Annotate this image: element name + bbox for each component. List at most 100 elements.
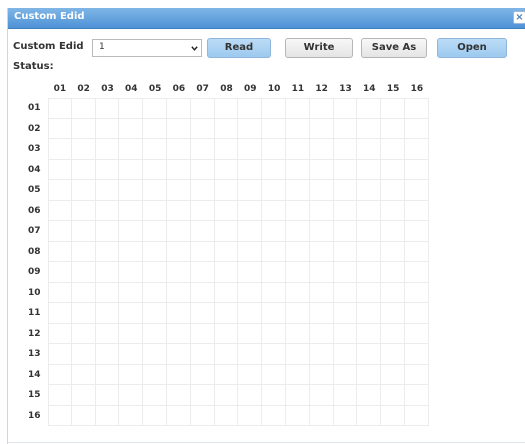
edid-byte-cell[interactable]	[357, 159, 382, 180]
edid-byte-cell[interactable]	[333, 385, 358, 406]
edid-byte-cell[interactable]	[262, 344, 286, 365]
edid-byte-cell[interactable]	[357, 98, 382, 119]
edid-byte-cell[interactable]	[167, 241, 191, 262]
edid-byte-cell[interactable]	[95, 405, 120, 426]
edid-byte-cell[interactable]	[333, 221, 358, 242]
edid-byte-cell[interactable]	[48, 364, 72, 385]
edid-byte-cell[interactable]	[333, 282, 358, 303]
edid-byte-cell[interactable]	[309, 364, 334, 385]
edid-byte-cell[interactable]	[190, 344, 215, 365]
edid-byte-cell[interactable]	[167, 323, 191, 344]
edid-byte-cell[interactable]	[381, 344, 405, 365]
edid-byte-cell[interactable]	[262, 262, 286, 283]
edid-byte-cell[interactable]	[167, 282, 191, 303]
edid-byte-cell[interactable]	[405, 98, 429, 119]
edid-byte-cell[interactable]	[48, 344, 72, 365]
edid-byte-cell[interactable]	[71, 344, 96, 365]
edid-byte-cell[interactable]	[167, 221, 191, 242]
edid-byte-cell[interactable]	[214, 405, 239, 426]
edid-byte-cell[interactable]	[381, 323, 405, 344]
edid-byte-cell[interactable]	[143, 303, 167, 324]
edid-byte-cell[interactable]	[286, 262, 310, 283]
edid-byte-cell[interactable]	[333, 303, 358, 324]
edid-byte-cell[interactable]	[214, 262, 239, 283]
edid-byte-cell[interactable]	[119, 262, 144, 283]
edid-byte-cell[interactable]	[143, 139, 167, 160]
edid-byte-cell[interactable]	[95, 221, 120, 242]
edid-byte-cell[interactable]	[214, 282, 239, 303]
edid-byte-cell[interactable]	[48, 241, 72, 262]
edid-byte-cell[interactable]	[48, 159, 72, 180]
edid-byte-cell[interactable]	[190, 139, 215, 160]
edid-byte-cell[interactable]	[262, 303, 286, 324]
edid-byte-cell[interactable]	[71, 180, 96, 201]
edid-byte-cell[interactable]	[357, 282, 382, 303]
edid-byte-cell[interactable]	[167, 385, 191, 406]
edid-byte-cell[interactable]	[405, 323, 429, 344]
edid-byte-cell[interactable]	[262, 221, 286, 242]
edid-byte-cell[interactable]	[357, 385, 382, 406]
edid-byte-cell[interactable]	[381, 282, 405, 303]
edid-byte-cell[interactable]	[262, 139, 286, 160]
edid-byte-cell[interactable]	[238, 180, 263, 201]
edid-byte-cell[interactable]	[333, 159, 358, 180]
edid-byte-cell[interactable]	[381, 303, 405, 324]
edid-byte-cell[interactable]	[214, 159, 239, 180]
edid-byte-cell[interactable]	[95, 262, 120, 283]
edid-byte-cell[interactable]	[262, 241, 286, 262]
edid-byte-cell[interactable]	[71, 118, 96, 139]
edid-byte-cell[interactable]	[286, 118, 310, 139]
edid-byte-cell[interactable]	[405, 139, 429, 160]
edid-byte-cell[interactable]	[119, 139, 144, 160]
edid-byte-cell[interactable]	[405, 364, 429, 385]
edid-byte-cell[interactable]	[167, 262, 191, 283]
edid-byte-cell[interactable]	[95, 118, 120, 139]
edid-byte-cell[interactable]	[95, 364, 120, 385]
edid-byte-cell[interactable]	[143, 118, 167, 139]
edid-byte-cell[interactable]	[286, 282, 310, 303]
edid-byte-cell[interactable]	[143, 98, 167, 119]
edid-byte-cell[interactable]	[357, 303, 382, 324]
edid-byte-cell[interactable]	[214, 385, 239, 406]
edid-byte-cell[interactable]	[71, 364, 96, 385]
edid-byte-cell[interactable]	[309, 159, 334, 180]
edid-byte-cell[interactable]	[214, 118, 239, 139]
edid-byte-cell[interactable]	[214, 221, 239, 242]
edid-byte-cell[interactable]	[309, 344, 334, 365]
edid-byte-cell[interactable]	[48, 200, 72, 221]
edid-byte-cell[interactable]	[48, 282, 72, 303]
edid-byte-cell[interactable]	[190, 303, 215, 324]
edid-byte-cell[interactable]	[190, 200, 215, 221]
edid-byte-cell[interactable]	[95, 200, 120, 221]
edid-byte-cell[interactable]	[71, 139, 96, 160]
edid-byte-cell[interactable]	[357, 221, 382, 242]
edid-byte-cell[interactable]	[381, 405, 405, 426]
edid-byte-cell[interactable]	[71, 221, 96, 242]
edid-byte-cell[interactable]	[48, 118, 72, 139]
edid-byte-cell[interactable]	[333, 405, 358, 426]
edid-byte-cell[interactable]	[95, 98, 120, 119]
edid-byte-cell[interactable]	[238, 405, 263, 426]
edid-byte-cell[interactable]	[262, 98, 286, 119]
edid-byte-cell[interactable]	[71, 323, 96, 344]
edid-byte-cell[interactable]	[357, 262, 382, 283]
edid-byte-cell[interactable]	[405, 405, 429, 426]
edid-byte-cell[interactable]	[309, 139, 334, 160]
edid-byte-cell[interactable]	[119, 385, 144, 406]
edid-byte-cell[interactable]	[357, 139, 382, 160]
edid-byte-cell[interactable]	[214, 180, 239, 201]
edid-byte-cell[interactable]	[262, 385, 286, 406]
edid-byte-cell[interactable]	[190, 405, 215, 426]
edid-byte-cell[interactable]	[71, 200, 96, 221]
edid-byte-cell[interactable]	[95, 159, 120, 180]
edid-byte-cell[interactable]	[119, 323, 144, 344]
edid-byte-cell[interactable]	[309, 262, 334, 283]
edid-byte-cell[interactable]	[167, 344, 191, 365]
edid-byte-cell[interactable]	[167, 180, 191, 201]
edid-byte-cell[interactable]	[405, 385, 429, 406]
edid-byte-cell[interactable]	[381, 159, 405, 180]
custom-edid-select[interactable]: 1	[92, 39, 202, 57]
edid-byte-cell[interactable]	[48, 98, 72, 119]
edid-byte-cell[interactable]	[190, 98, 215, 119]
edid-byte-cell[interactable]	[95, 282, 120, 303]
